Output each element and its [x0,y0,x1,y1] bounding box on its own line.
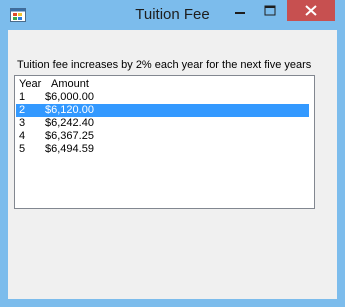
tuition-listbox[interactable]: Year Amount 1 $6,000.00 2 $6,120.00 3 $6… [14,75,315,209]
year-column-header: Year [19,78,42,90]
list-item[interactable]: 5 $6,494.59 [16,143,309,156]
close-button[interactable] [287,0,335,21]
minimize-icon [235,12,245,14]
maximize-button[interactable] [256,0,284,21]
amount-cell: $6,000.00 [45,91,94,103]
amount-cell: $6,242.40 [45,117,94,129]
amount-cell: $6,494.59 [45,143,94,155]
list-item[interactable]: 4 $6,367.25 [16,130,309,143]
list-item[interactable]: 3 $6,242.40 [16,117,309,130]
amount-cell: $6,367.25 [45,130,94,142]
amount-column-header: Amount [51,78,89,90]
amount-cell: $6,120.00 [45,104,94,116]
maximize-icon [264,5,276,16]
year-cell: 5 [19,143,26,155]
close-icon [305,5,317,16]
tuition-fee-window: Tuition Fee Tuition fee increases by 2% … [0,0,345,307]
title-bar[interactable]: Tuition Fee [0,0,345,30]
minimize-button[interactable] [226,0,254,21]
list-item[interactable]: 1 $6,000.00 [16,91,309,104]
year-cell: 1 [19,91,26,103]
list-header-row[interactable]: Year Amount [16,78,309,91]
year-cell: 3 [19,117,26,129]
description-label: Tuition fee increases by 2% each year fo… [17,59,312,71]
year-cell: 2 [19,104,26,116]
list-item-selected[interactable]: 2 $6,120.00 [16,104,309,117]
year-cell: 4 [19,130,26,142]
